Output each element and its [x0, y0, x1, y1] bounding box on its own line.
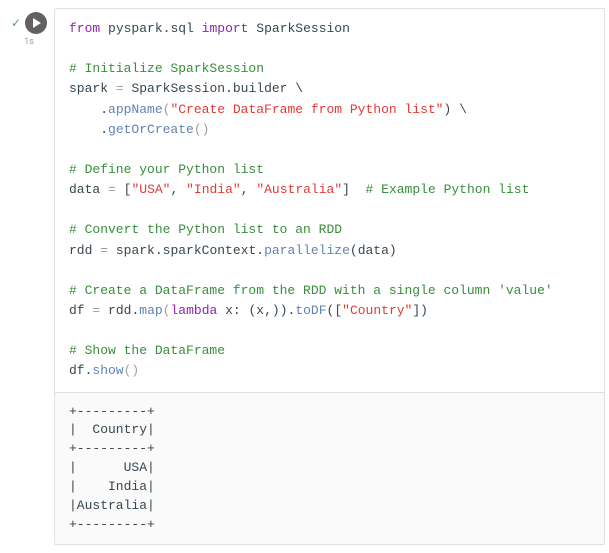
- comma: ,: [241, 182, 257, 197]
- cell-gutter: ✓ 1s: [4, 8, 54, 545]
- operator: =: [100, 243, 108, 258]
- comment: # Convert the Python list to an RDD: [69, 222, 342, 237]
- keyword-from: from: [69, 21, 100, 36]
- builder-chain: SparkSession.builder \: [131, 81, 303, 96]
- cell-output: +---------+ | Country| +---------+ | USA…: [55, 392, 604, 545]
- tail: ) \: [443, 102, 466, 117]
- string-literal: "Australia": [256, 182, 342, 197]
- parens: (): [194, 122, 210, 137]
- class-name: SparkSession: [256, 21, 350, 36]
- comment: # Show the DataFrame: [69, 343, 225, 358]
- operator: =: [108, 182, 116, 197]
- string-literal: "India": [186, 182, 241, 197]
- cell-content: from pyspark.sql import SparkSession # I…: [54, 8, 605, 545]
- check-icon: ✓: [11, 17, 21, 29]
- variable: data: [69, 182, 100, 197]
- object-chain: spark.sparkContext.: [116, 243, 264, 258]
- keyword-lambda: lambda: [170, 303, 217, 318]
- module-name: pyspark.sql: [108, 21, 194, 36]
- args-open: ([: [327, 303, 343, 318]
- method: show: [92, 363, 123, 378]
- operator: =: [116, 81, 124, 96]
- args: (data): [350, 243, 397, 258]
- args-close: ]): [412, 303, 428, 318]
- lambda-body: x: (x,)).: [217, 303, 295, 318]
- object: rdd.: [108, 303, 139, 318]
- string-literal: "Country": [342, 303, 412, 318]
- cell-status-row: ✓: [11, 12, 47, 34]
- comment: # Example Python list: [350, 182, 529, 197]
- method: map: [139, 303, 162, 318]
- variable: rdd: [69, 243, 92, 258]
- execution-time: 1s: [24, 37, 34, 47]
- operator: =: [92, 303, 100, 318]
- bracket: ]: [342, 182, 350, 197]
- string-literal: "Create DataFrame from Python list": [170, 102, 443, 117]
- method: parallelize: [264, 243, 350, 258]
- object: df.: [69, 363, 92, 378]
- notebook-cell: ✓ 1s from pyspark.sql import SparkSessio…: [0, 0, 609, 553]
- parens: (): [124, 363, 140, 378]
- variable: df: [69, 303, 85, 318]
- run-button[interactable]: [25, 12, 47, 34]
- indent: .: [69, 102, 108, 117]
- comma: ,: [170, 182, 186, 197]
- string-literal: "USA": [131, 182, 170, 197]
- play-icon: [32, 18, 42, 28]
- method: toDF: [295, 303, 326, 318]
- method: appName: [108, 102, 163, 117]
- keyword-import: import: [202, 21, 249, 36]
- code-editor[interactable]: from pyspark.sql import SparkSession # I…: [55, 9, 604, 392]
- comment: # Initialize SparkSession: [69, 61, 264, 76]
- indent: .: [69, 122, 108, 137]
- variable: spark: [69, 81, 108, 96]
- comment: # Create a DataFrame from the RDD with a…: [69, 283, 553, 298]
- method: getOrCreate: [108, 122, 194, 137]
- comment: # Define your Python list: [69, 162, 264, 177]
